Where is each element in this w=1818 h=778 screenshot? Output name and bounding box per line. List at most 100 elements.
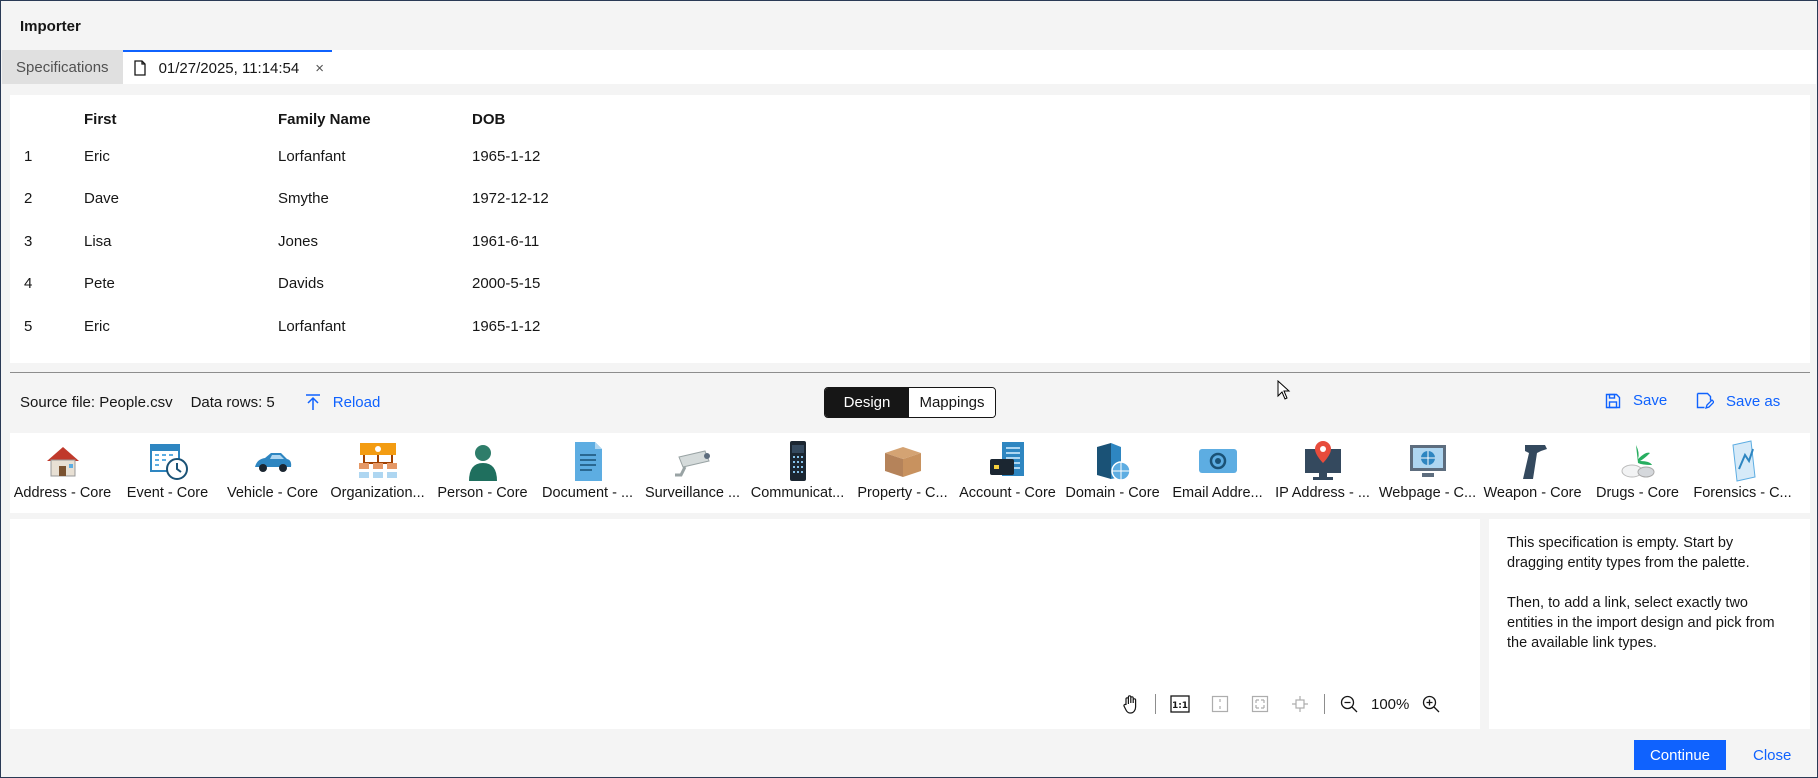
palette-item-label: Email Addre... bbox=[1172, 485, 1263, 501]
design-toolbar: Source file: People.csv Data rows: 5 Rel… bbox=[10, 384, 1810, 420]
test-tube-icon bbox=[1731, 440, 1756, 482]
pan-hand-icon[interactable] bbox=[1111, 684, 1151, 724]
palette-item-forensics[interactable]: Forensics - C... bbox=[1690, 433, 1795, 501]
zoom-level: 100% bbox=[1371, 695, 1410, 713]
panel-splitter[interactable] bbox=[10, 372, 1810, 373]
table-row: 4 Pete Davids 2000-5-15 bbox=[10, 263, 672, 306]
gun-icon bbox=[1522, 445, 1547, 479]
cell-first: Dave bbox=[84, 190, 120, 208]
data-preview-panel: First Family Name DOB 1 Eric Lorfanfant … bbox=[10, 95, 1810, 363]
palette-item-label: Webpage - C... bbox=[1378, 485, 1477, 501]
cell-family-name: Davids bbox=[278, 275, 324, 293]
palette-item-vehicle[interactable]: Vehicle - Core bbox=[220, 433, 325, 501]
palette-item-label: Property - C... bbox=[857, 485, 948, 501]
design-toggle[interactable]: Design bbox=[825, 388, 909, 417]
drugs-icon bbox=[1621, 445, 1654, 478]
center-view-icon[interactable] bbox=[1280, 684, 1320, 724]
cell-family-name: Jones bbox=[278, 232, 319, 250]
continue-button[interactable]: Continue bbox=[1634, 740, 1726, 770]
column-header-dob: DOB bbox=[472, 110, 506, 128]
save-as-label: Save as bbox=[1726, 392, 1781, 410]
row-index: 1 bbox=[24, 147, 33, 165]
palette-item-communication[interactable]: Communicat... bbox=[745, 433, 850, 501]
email-icon bbox=[1198, 449, 1237, 473]
palette-item-label: Account - Core bbox=[959, 485, 1056, 501]
palette-item-label: Domain - Core bbox=[1065, 485, 1160, 501]
credit-card-icon bbox=[989, 442, 1024, 476]
cell-first: Eric bbox=[84, 317, 110, 335]
palette-item-drugs[interactable]: Drugs - Core bbox=[1585, 433, 1690, 501]
document-icon bbox=[133, 60, 147, 76]
cell-first: Lisa bbox=[84, 232, 112, 250]
column-header-index bbox=[10, 95, 84, 135]
toolbar-divider bbox=[1155, 694, 1156, 714]
palette-item-account[interactable]: Account - Core bbox=[955, 433, 1060, 501]
cell-dob: 1961-6-11 bbox=[472, 232, 540, 250]
palette-item-domain[interactable]: Domain - Core bbox=[1060, 433, 1165, 501]
car-icon bbox=[254, 453, 291, 472]
cell-dob: 2000-5-15 bbox=[472, 275, 541, 293]
palette-item-weapon[interactable]: Weapon - Core bbox=[1480, 433, 1585, 501]
fit-to-screen-icon[interactable] bbox=[1240, 684, 1280, 724]
window-title: Importer bbox=[2, 2, 1816, 50]
save-button[interactable]: Save bbox=[1605, 392, 1667, 409]
row-index: 3 bbox=[24, 232, 33, 250]
reload-button[interactable]: Reload bbox=[305, 393, 380, 411]
palette-item-organization[interactable]: Organization... bbox=[325, 433, 430, 501]
row-index: 5 bbox=[24, 317, 33, 335]
mouse-cursor-icon bbox=[1277, 379, 1291, 404]
cctv-camera-icon bbox=[674, 450, 710, 477]
close-button[interactable]: Close bbox=[1753, 747, 1791, 764]
mappings-toggle[interactable]: Mappings bbox=[909, 388, 995, 417]
palette-item-email-address[interactable]: Email Addre... bbox=[1165, 433, 1270, 501]
table-row: 3 Lisa Jones 1961-6-11 bbox=[10, 220, 672, 263]
tab-import-session[interactable]: 01/27/2025, 11:14:54 × bbox=[122, 50, 333, 84]
calendar-clock-icon bbox=[149, 444, 188, 480]
cell-dob: 1972-12-12 bbox=[472, 190, 549, 208]
palette-item-ip-address[interactable]: IP Address - ... bbox=[1270, 433, 1375, 501]
column-header-family-name: Family Name bbox=[278, 110, 371, 128]
zoom-out-icon[interactable] bbox=[1329, 684, 1369, 724]
table-header-row: First Family Name DOB bbox=[10, 95, 672, 135]
tab-bar: Specifications 01/27/2025, 11:14:54 × bbox=[2, 50, 1816, 84]
palette-item-document[interactable]: Document - ... bbox=[535, 433, 640, 501]
palette-item-person[interactable]: Person - Core bbox=[430, 433, 535, 501]
canvas-toolbar: 1:1 100% bbox=[1111, 684, 1451, 724]
save-as-button[interactable]: Save as bbox=[1696, 392, 1780, 410]
palette-item-property[interactable]: Property - C... bbox=[850, 433, 955, 501]
house-icon bbox=[46, 447, 79, 477]
palette-item-label: Weapon - Core bbox=[1483, 485, 1582, 501]
palette-item-more[interactable]: us bbox=[1795, 433, 1810, 501]
fit-height-icon[interactable] bbox=[1200, 684, 1240, 724]
palette-item-label: Vehicle - Core bbox=[226, 485, 319, 501]
palette-item-label: Document - ... bbox=[541, 485, 634, 501]
tab-label: 01/27/2025, 11:14:54 bbox=[158, 59, 300, 77]
entity-palette: Address - Core Event - Core Vehicle - Co… bbox=[10, 433, 1810, 513]
monitor-globe-icon bbox=[1409, 445, 1446, 477]
cell-family-name: Lorfanfant bbox=[278, 147, 346, 165]
cell-family-name: Smythe bbox=[278, 190, 329, 208]
save-as-icon bbox=[1696, 392, 1714, 410]
zoom-in-icon[interactable] bbox=[1411, 684, 1451, 724]
view-switcher: Design Mappings bbox=[824, 387, 996, 418]
palette-item-label: Drugs - Core bbox=[1596, 485, 1679, 501]
palette-item-address[interactable]: Address - Core bbox=[10, 433, 115, 501]
palette-item-label: Surveillance ... bbox=[644, 485, 741, 501]
toolbar-divider bbox=[1324, 694, 1325, 714]
palette-item-webpage[interactable]: Webpage - C... bbox=[1375, 433, 1480, 501]
box-icon bbox=[884, 447, 921, 477]
palette-item-surveillance[interactable]: Surveillance ... bbox=[640, 433, 745, 501]
table-row: 5 Eric Lorfanfant 1965-1-12 bbox=[10, 305, 672, 348]
specification-hint-panel: This specification is empty. Start by dr… bbox=[1489, 519, 1810, 729]
row-index: 2 bbox=[24, 190, 33, 208]
actual-size-icon[interactable]: 1:1 bbox=[1160, 684, 1200, 724]
document-icon bbox=[574, 442, 602, 481]
save-icon bbox=[1605, 393, 1621, 408]
palette-item-label: Forensics - C... bbox=[1693, 485, 1792, 501]
palette-item-event[interactable]: Event - Core bbox=[115, 433, 220, 501]
palette-item-label: Communicat... bbox=[750, 485, 845, 501]
importer-window: Importer Specifications 01/27/2025, 11:1… bbox=[0, 0, 1818, 778]
palette-item-label: Organization... bbox=[330, 485, 425, 501]
tab-specifications[interactable]: Specifications bbox=[2, 50, 123, 84]
close-tab-icon[interactable]: × bbox=[315, 60, 324, 77]
